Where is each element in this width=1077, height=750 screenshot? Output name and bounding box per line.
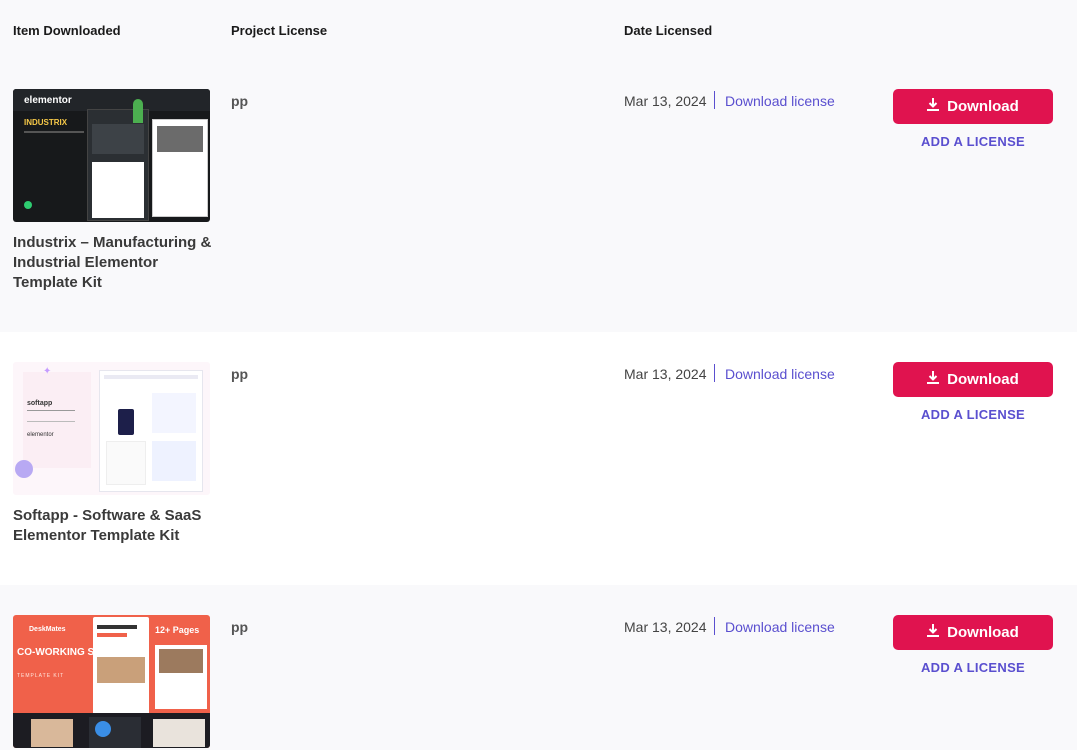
download-button[interactable]: Download	[893, 615, 1053, 650]
thumb-pages-badge: 12+ Pages	[155, 625, 200, 635]
download-button-label: Download	[947, 371, 1019, 388]
project-license: pp	[231, 619, 249, 635]
download-button[interactable]: Download	[893, 89, 1053, 124]
download-license-link[interactable]: Download license	[725, 366, 835, 382]
add-license-link[interactable]: ADD A LICENSE	[893, 407, 1053, 422]
item-thumbnail[interactable]: DeskMates CO-WORKING SPACE TEMPLATE KIT …	[13, 615, 210, 748]
project-license: pp	[231, 366, 249, 382]
divider	[714, 364, 715, 382]
thumb-brand-name: INDUSTRIX	[24, 118, 68, 127]
download-button-label: Download	[947, 624, 1019, 641]
divider	[714, 617, 715, 635]
date-licensed: Mar 13, 2024	[624, 93, 707, 109]
thumb-kit-label: TEMPLATE KIT	[17, 673, 65, 679]
item-thumbnail[interactable]: ✦ softapp elementor	[13, 362, 210, 495]
date-licensed: Mar 13, 2024	[624, 366, 707, 382]
table-header: Item Downloaded Project License Date Lic…	[0, 0, 1077, 62]
thumb-brand-name: DeskMates	[29, 626, 66, 633]
item-title[interactable]: Industrix – Manufacturing & Industrial E…	[13, 233, 213, 293]
download-button-label: Download	[947, 98, 1019, 115]
download-license-link[interactable]: Download license	[725, 93, 835, 109]
item-thumbnail[interactable]: elementor INDUSTRIX	[13, 89, 210, 222]
elementor-logo: elementor	[27, 432, 54, 438]
thumb-brand-name: softapp	[27, 400, 53, 407]
download-button[interactable]: Download	[893, 362, 1053, 397]
download-license-link[interactable]: Download license	[725, 619, 835, 635]
table-row: elementor INDUSTRIX Industrix – Manufact…	[0, 62, 1077, 332]
download-icon	[927, 98, 940, 115]
add-license-link[interactable]: ADD A LICENSE	[893, 660, 1053, 675]
divider	[714, 91, 715, 109]
date-licensed: Mar 13, 2024	[624, 619, 707, 635]
table-row: DeskMates CO-WORKING SPACE TEMPLATE KIT …	[0, 585, 1077, 750]
project-license: pp	[231, 93, 249, 109]
download-icon	[927, 371, 940, 388]
column-header-license: Project License	[231, 23, 328, 38]
column-header-item: Item Downloaded	[13, 23, 121, 38]
table-row: ✦ softapp elementor Softapp - Software &…	[0, 332, 1077, 585]
item-title[interactable]: Softapp - Software & SaaS Elementor Temp…	[13, 506, 213, 546]
elementor-logo: elementor	[24, 95, 72, 106]
download-icon	[927, 624, 940, 641]
add-license-link[interactable]: ADD A LICENSE	[893, 134, 1053, 149]
column-header-date: Date Licensed	[624, 23, 713, 38]
